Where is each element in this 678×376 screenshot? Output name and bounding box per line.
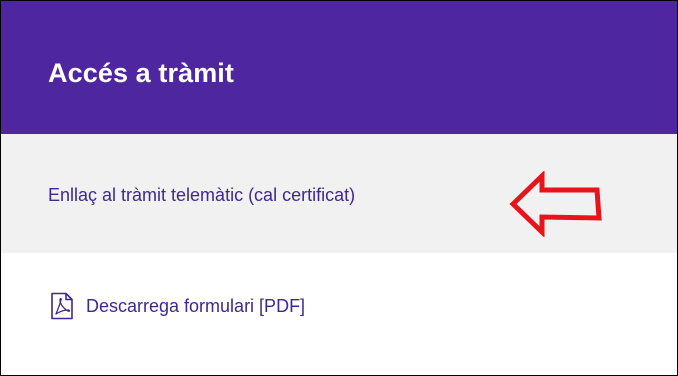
- tramit-access-panel: Accés a tràmit Enllaç al tràmit telemàti…: [0, 0, 678, 376]
- panel-header: Accés a tràmit: [1, 1, 677, 134]
- left-arrow-annotation-icon: [509, 171, 602, 237]
- pdf-link-label: Descarrega formulari [PDF]: [86, 296, 306, 316]
- pdf-download-row: Descarrega formulari [PDF]: [1, 253, 677, 375]
- tramit-link-row: Enllaç al tràmit telemàtic (cal certific…: [1, 134, 677, 253]
- pdf-file-icon: [51, 292, 73, 320]
- tramit-telematic-link[interactable]: Enllaç al tràmit telemàtic (cal certific…: [48, 182, 355, 208]
- panel-title: Accés a tràmit: [48, 58, 234, 88]
- download-form-pdf-link[interactable]: Descarrega formulari [PDF]: [50, 292, 305, 320]
